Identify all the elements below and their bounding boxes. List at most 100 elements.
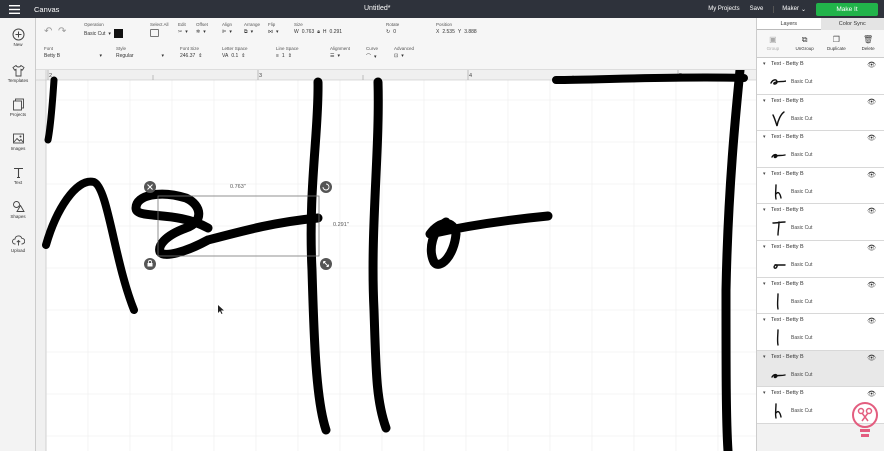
operation-value: Basic Cut [84, 30, 106, 37]
letter-space-input[interactable]: 0.1 [231, 53, 238, 59]
lock-handle-icon[interactable] [144, 258, 156, 270]
rotate-input[interactable]: 0 [393, 29, 396, 35]
layer-item[interactable]: ▾ Text - Betty B 👁︎ Basic Cut [757, 240, 884, 278]
edit-control[interactable]: Edit ✂ ▾ [178, 22, 188, 35]
stepper-icon[interactable]: ⇕ [198, 53, 202, 59]
eye-icon[interactable]: 👁︎ [867, 207, 876, 215]
upload-icon [11, 235, 25, 246]
rail-item-images[interactable]: Images [0, 132, 36, 151]
eye-icon[interactable]: 👁︎ [867, 390, 876, 398]
font-label: Font [44, 46, 54, 51]
ungroup-button[interactable]: ⧉ UnGroup [789, 30, 821, 57]
y-input[interactable]: 3.888 [464, 29, 477, 35]
font-size-label: Font Size [180, 46, 200, 51]
letter-t-bar[interactable] [552, 73, 748, 84]
chevron-down-icon[interactable]: ▾ [763, 281, 766, 287]
eye-icon[interactable]: 👁︎ [867, 98, 876, 106]
layer-list: ▾ Text - Betty B 👁︎ Basic Cut ▾ Text - Betty … [757, 58, 884, 424]
layer-item[interactable]: ▾ Text - Betty B 👁︎ Basic Cut [757, 94, 884, 132]
chevron-down-icon[interactable]: ▾ [763, 134, 766, 140]
operation-control[interactable]: Operation Basic Cut ▾ [84, 22, 123, 38]
lock-icon[interactable]: 🔒︎ [317, 29, 320, 35]
save-button[interactable]: Save [750, 6, 764, 12]
layer-item[interactable]: ▾ Text - Betty B 👁︎ Basic Cut [757, 131, 884, 168]
eye-icon[interactable]: 👁︎ [867, 317, 876, 325]
rail-item-upload[interactable]: Upload [0, 234, 36, 253]
chevron-down-icon[interactable]: ▾ [763, 207, 766, 213]
layer-item[interactable]: ▾ Text - Betty B 👁︎ Basic Cut [757, 314, 884, 351]
rail-item-text[interactable]: Text [0, 166, 36, 185]
group-button[interactable]: ▣ Group [757, 30, 789, 57]
font-size-input[interactable]: 246.37 [180, 53, 195, 59]
make-it-button[interactable]: Make It [816, 2, 878, 16]
layer-name: Text - Betty B [771, 170, 804, 177]
rotate-label: Rotate [386, 22, 400, 27]
stepper-icon[interactable]: ⇕ [241, 53, 245, 59]
letter-h-arch[interactable] [42, 177, 138, 314]
rail-item-templates[interactable]: Templates [0, 64, 36, 83]
layer-thumbnail [776, 292, 779, 310]
flip-control[interactable]: Flip ⋈ ▾ [268, 22, 279, 35]
rail-item-new[interactable]: New [0, 28, 36, 47]
chevron-down-icon[interactable]: ▾ [763, 244, 766, 250]
font-control[interactable]: Font Betty B ▾ [44, 46, 102, 59]
eye-icon[interactable]: 👁︎ [867, 171, 876, 179]
offset-control[interactable]: Offset ✲ ▾ [196, 22, 208, 35]
resize-handle-icon[interactable] [320, 258, 332, 270]
eye-icon[interactable]: 👁︎ [867, 244, 876, 252]
rail-item-shapes[interactable]: Shapes [0, 200, 36, 219]
letter-e[interactable] [131, 189, 323, 259]
letter-l-second[interactable] [368, 77, 391, 433]
curve-control[interactable]: Curve ⌒ ▾ [366, 46, 378, 60]
letter-h-stem[interactable] [44, 76, 58, 144]
machine-selector[interactable]: Maker ⌄ [773, 5, 806, 13]
chevron-down-icon[interactable]: ▾ [763, 390, 766, 396]
chevron-down-icon: ▾ [108, 30, 111, 37]
style-control[interactable]: Style Regular ▾ [116, 46, 164, 59]
advanced-icon: ⊡ [394, 53, 399, 59]
tab-color-sync[interactable]: Color Sync [820, 18, 884, 30]
eye-icon[interactable]: 👁︎ [867, 281, 876, 289]
close-icon[interactable] [144, 181, 156, 193]
eye-icon[interactable]: 👁︎ [867, 61, 876, 69]
layer-item[interactable]: ▾ Text - Betty B 👁︎ Basic Cut [757, 350, 884, 388]
eye-icon[interactable]: 👁︎ [867, 134, 876, 142]
line-space-input[interactable]: 1 [282, 53, 285, 59]
layer-item[interactable]: ▾ Text - Betty B 👁︎ Basic Cut [757, 167, 884, 205]
color-swatch[interactable] [113, 29, 123, 38]
document-title[interactable]: Untitled* [364, 5, 390, 12]
eye-icon[interactable]: 👁︎ [867, 354, 876, 362]
design-canvas[interactable]: 2 3 4 5 0.763" 0.291" [36, 70, 756, 451]
chevron-down-icon[interactable]: ▾ [763, 61, 766, 67]
layer-thumbnail [774, 184, 782, 200]
layer-item[interactable]: ▾ Text - Betty B 👁︎ Basic Cut [757, 58, 884, 95]
menu-button[interactable] [0, 0, 28, 18]
rotate-handle-icon[interactable] [320, 181, 332, 193]
align-control[interactable]: Align ⊫ ▾ [222, 22, 232, 35]
select-all-control[interactable]: Select All [150, 22, 169, 37]
arrange-control[interactable]: Arrange ⧉ ▾ [244, 22, 260, 35]
layer-item[interactable]: ▾ Text - Betty B 👁︎ Basic Cut [757, 277, 884, 315]
stepper-icon[interactable]: ⇕ [288, 53, 292, 59]
delete-button[interactable]: 🗑︎ Delete [852, 30, 884, 57]
rail-item-projects[interactable]: Projects [0, 98, 36, 117]
edit-toolbar: ↶ ↷ Operation Basic Cut ▾ Select All Edit… [36, 18, 756, 70]
layer-thumbnail [770, 79, 786, 85]
width-input[interactable]: 0.763 [302, 29, 315, 35]
layer-item[interactable]: ▾ Text - Betty B 👁︎ Basic Cut [757, 204, 884, 241]
x-input[interactable]: 2.535 [442, 29, 455, 35]
chevron-down-icon[interactable]: ▾ [763, 354, 766, 360]
duplicate-button[interactable]: ❐ Duplicate [821, 30, 853, 57]
chevron-down-icon[interactable]: ▾ [763, 98, 766, 104]
ruler-number: 4 [469, 73, 472, 79]
canvas-drawing: 2 3 4 5 0.763" 0.291" [36, 70, 756, 451]
chevron-down-icon[interactable]: ▾ [763, 171, 766, 177]
layer-operation: Basic Cut [791, 79, 813, 85]
chevron-down-icon[interactable]: ▾ [763, 317, 766, 323]
height-input[interactable]: 0.291 [330, 29, 343, 35]
alignment-control[interactable]: Alignment ☰ ▾ [330, 46, 350, 59]
advanced-control[interactable]: Advanced ⊡ ▾ [394, 46, 414, 59]
my-projects-link[interactable]: My Projects [708, 6, 739, 12]
tab-layers[interactable]: Layers [757, 18, 821, 30]
letter-o[interactable] [425, 211, 553, 269]
